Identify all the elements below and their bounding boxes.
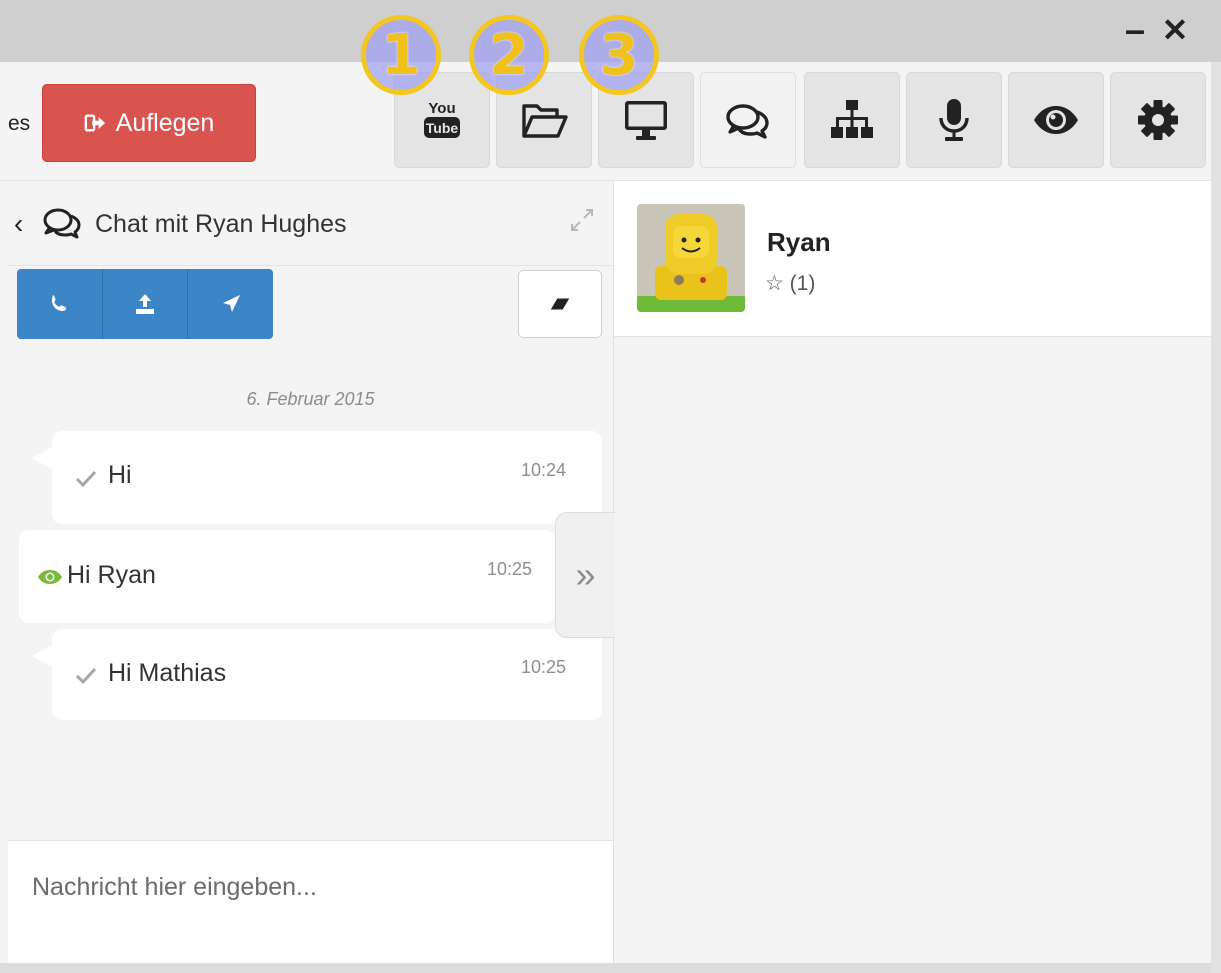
sitemap-icon [831, 100, 873, 138]
clear-chat-button[interactable] [518, 270, 602, 338]
eraser-icon [550, 298, 570, 310]
chat-button[interactable] [700, 72, 796, 168]
microphone-button[interactable] [906, 72, 1002, 168]
avatar [637, 204, 745, 312]
contact-rating: ☆ (1) [765, 272, 816, 295]
svg-text:You: You [428, 100, 455, 117]
message-tail [32, 446, 54, 470]
youtube-icon: You Tube [424, 100, 460, 138]
marker-3: 3 [579, 15, 659, 95]
hangup-button[interactable]: Auflegen [42, 84, 256, 162]
chat-title: Chat mit Ryan Hughes [95, 210, 347, 238]
message-input-area [8, 840, 613, 963]
upload-button[interactable] [102, 269, 189, 339]
message-tail [32, 644, 54, 668]
phone-icon [52, 295, 67, 311]
svg-text:Tube: Tube [426, 120, 459, 136]
sign-out-icon [84, 114, 105, 132]
message-time: 10:25 [487, 559, 533, 579]
view-button[interactable] [1008, 72, 1104, 168]
message-text: Hi [108, 461, 132, 489]
chat-action-group [17, 269, 273, 339]
call-button[interactable] [17, 269, 103, 339]
minimize-button[interactable]: – [1118, 10, 1152, 50]
message-text: Hi Ryan [67, 561, 156, 589]
comments-icon [43, 208, 81, 239]
date-separator: 6. Februar 2015 [246, 389, 375, 409]
monitor-icon [625, 101, 667, 140]
message-time: 10:25 [521, 657, 567, 677]
expand-icon[interactable] [568, 206, 596, 234]
check-icon [75, 667, 97, 685]
microphone-icon [939, 99, 969, 141]
marker-1: 1 [361, 15, 441, 95]
marker-2: 2 [469, 15, 549, 95]
back-chevron[interactable]: ‹ [14, 208, 23, 240]
caller-name-fragment: es [8, 112, 31, 135]
hangup-label: Auflegen [115, 108, 215, 137]
check-icon [75, 470, 97, 488]
eye-icon [38, 570, 62, 584]
contact-name: Ryan [767, 227, 831, 257]
message-text: Hi Mathias [108, 659, 227, 687]
gear-icon [1138, 100, 1178, 140]
send-location-button[interactable] [188, 269, 273, 339]
close-button[interactable]: ✕ [1158, 10, 1192, 50]
window-edge [1211, 62, 1221, 973]
bottom-border [0, 963, 1211, 973]
comments-icon [726, 104, 769, 139]
message-time: 10:24 [521, 460, 567, 480]
settings-button[interactable] [1110, 72, 1206, 168]
message-input[interactable] [30, 861, 594, 913]
collapse-panel-button[interactable]: » [555, 512, 615, 638]
location-arrow-icon [222, 295, 240, 312]
upload-icon [136, 294, 154, 314]
sitemap-button[interactable] [804, 72, 900, 168]
message-bubble [52, 431, 602, 524]
folder-open-icon [522, 104, 568, 138]
eye-icon [1034, 106, 1078, 134]
